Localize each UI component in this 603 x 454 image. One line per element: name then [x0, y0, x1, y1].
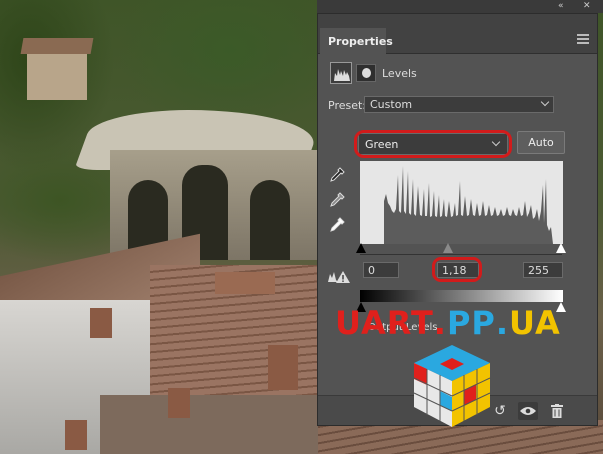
bridge-arch [250, 180, 290, 260]
trash-icon[interactable] [547, 402, 567, 420]
eyedropper-gray-icon[interactable] [328, 191, 346, 209]
levels-histogram-icon[interactable] [330, 62, 352, 84]
input-black-field[interactable]: 0 [363, 262, 399, 278]
histogram-graph [384, 166, 553, 244]
chevron-down-icon [540, 97, 550, 107]
preset-label: Preset: [328, 99, 367, 112]
input-levels-slider[interactable] [356, 243, 566, 255]
black-point-handle[interactable] [356, 243, 366, 253]
histogram-bars [384, 166, 553, 244]
panel-dock-bar: « ✕ [317, 0, 603, 13]
roof-tiles [100, 395, 320, 454]
eyedropper-white-icon[interactable] [328, 216, 346, 234]
slider-track [360, 254, 562, 255]
hamburger-menu-icon[interactable] [577, 34, 589, 44]
watermark-part: UART [335, 304, 434, 342]
adjustment-title: Levels [382, 67, 417, 80]
output-levels-gradient [360, 290, 563, 302]
watermark-part: . [433, 304, 447, 342]
close-icon[interactable]: ✕ [583, 1, 591, 11]
preset-value: Custom [370, 98, 413, 111]
chimney [268, 345, 298, 390]
double-chevron-icon[interactable]: « [558, 1, 564, 11]
histogram [360, 161, 563, 244]
gamma-handle[interactable] [443, 243, 453, 253]
gamma-highlight-ring [432, 257, 482, 282]
watermark-part: PP [446, 304, 496, 342]
watermark-part: UA [509, 304, 561, 342]
chimney [215, 272, 275, 294]
eye-icon[interactable] [518, 402, 538, 420]
reset-icon[interactable]: ↺ [490, 402, 510, 420]
white-point-handle[interactable] [556, 243, 566, 253]
clipping-warning-icon[interactable] [328, 270, 350, 284]
input-white-field[interactable]: 255 [523, 262, 563, 278]
auto-button[interactable]: Auto [517, 131, 565, 154]
chimney [90, 308, 112, 338]
panel-tab-bar: Properties [318, 14, 597, 55]
watermark-part: . [495, 304, 510, 342]
mask-icon[interactable] [356, 64, 376, 82]
tab-properties[interactable]: Properties [320, 28, 393, 55]
channel-highlight-ring [354, 130, 512, 158]
eyedropper-black-icon[interactable] [328, 166, 346, 184]
rubiks-cube-logo [413, 345, 491, 427]
tower-roof [20, 38, 94, 54]
watermark-logo: UART.PP.UA [335, 304, 561, 342]
preset-dropdown[interactable]: Custom [364, 96, 554, 113]
chimney [65, 420, 87, 450]
stone-bridge [110, 150, 320, 260]
chimney [168, 388, 190, 418]
